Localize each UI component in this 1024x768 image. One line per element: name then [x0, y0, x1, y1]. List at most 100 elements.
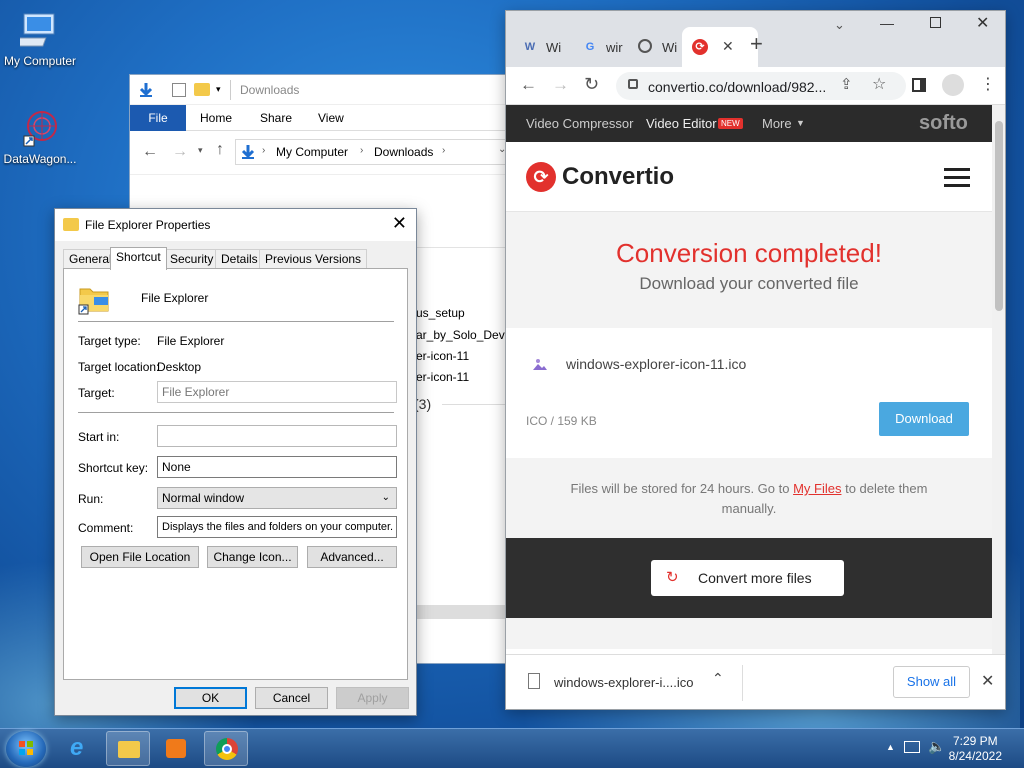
convertio-logo-icon[interactable]: ⟳	[526, 162, 556, 192]
softo-logo[interactable]: softo	[919, 112, 968, 135]
run-select-value: Normal window	[162, 491, 245, 505]
ribbon-tab-home[interactable]: Home	[188, 105, 244, 131]
start-in-field[interactable]	[157, 425, 397, 447]
taskbar-media-player[interactable]	[154, 731, 198, 766]
maximize-icon[interactable]	[930, 17, 941, 28]
brand-bar: ⟳ Convertio	[506, 142, 992, 212]
desktop-icon-my-computer[interactable]: My Computer	[0, 10, 80, 68]
target-location-label: Target location:	[78, 360, 160, 374]
profile-avatar[interactable]	[942, 74, 964, 96]
taskbar-internet-explorer[interactable]: e	[58, 731, 102, 766]
convert-more-button[interactable]: ↻ Convert more files	[651, 560, 844, 596]
share-icon[interactable]: ⇪	[840, 75, 853, 93]
storage-info-prefix: Files will be stored for 24 hours. Go to	[570, 481, 794, 496]
forward-arrow-icon[interactable]: →	[552, 75, 569, 95]
address-bar[interactable]: convertio.co/download/982...	[616, 72, 906, 100]
tab-details[interactable]: Details	[215, 249, 264, 269]
ribbon-tab-view[interactable]: View	[306, 105, 356, 131]
recent-dropdown-icon[interactable]: ▾	[198, 145, 203, 156]
system-tray: ▲ 🔈 7:29 PM 8/24/2022	[864, 729, 1024, 768]
shortcut-key-field[interactable]: None	[157, 456, 397, 478]
taskbar-chrome[interactable]	[204, 731, 248, 766]
globe-favicon-icon	[638, 39, 652, 53]
change-icon-button[interactable]: Change Icon...	[207, 546, 298, 568]
browser-tab-active[interactable]: ⟳ ✕	[682, 27, 758, 67]
show-hidden-icons-icon[interactable]: ▲	[886, 742, 895, 752]
horizontal-scrollbar[interactable]	[416, 605, 512, 619]
browser-tab-title: Wi	[662, 40, 678, 55]
properties-dialog: File Explorer Properties ✕ General Short…	[54, 208, 417, 716]
quick-access-down-arrow-icon[interactable]	[138, 82, 154, 101]
nav-video-compressor[interactable]: Video Compressor	[526, 116, 633, 131]
browser-tab[interactable]: Wi	[628, 27, 688, 67]
quick-access-dropdown-icon[interactable]: ▾	[216, 84, 221, 95]
tab-security[interactable]: Security	[164, 249, 220, 269]
start-button[interactable]	[6, 731, 46, 767]
list-item[interactable]: er-icon-11	[416, 349, 469, 363]
breadcrumb-my-computer[interactable]: My Computer	[276, 145, 348, 159]
browser-tab[interactable]: W Wi	[512, 27, 572, 67]
more-dropdown-icon: ▼	[796, 118, 805, 128]
volume-icon[interactable]: 🔈	[928, 738, 945, 755]
back-arrow-icon[interactable]: ←	[142, 143, 158, 161]
show-all-button[interactable]: Show all	[893, 666, 970, 698]
run-select[interactable]: Normal window ⌄	[157, 487, 397, 509]
list-item[interactable]: us_setup	[416, 306, 465, 320]
tab-search-icon[interactable]: ⌄	[834, 17, 845, 33]
taskbar-file-explorer[interactable]	[106, 731, 150, 766]
properties-title: File Explorer Properties	[85, 218, 211, 232]
advanced-button[interactable]: Advanced...	[307, 546, 397, 568]
ribbon-tab-file[interactable]: File	[130, 105, 186, 131]
reload-icon[interactable]: ↻	[584, 74, 599, 95]
target-field[interactable]: File Explorer	[157, 381, 397, 403]
download-item-name[interactable]: windows-explorer-i....ico	[554, 675, 693, 690]
comment-field[interactable]: Displays the files and folders on your c…	[157, 516, 397, 538]
apply-button[interactable]: Apply	[336, 687, 409, 709]
breadcrumb-downloads[interactable]: Downloads	[374, 145, 433, 159]
internet-explorer-icon: e	[70, 734, 84, 761]
desktop-icon-datawagon[interactable]: DataWagon...	[0, 108, 80, 166]
clock[interactable]: 7:29 PM 8/24/2022	[949, 734, 1002, 764]
tab-shortcut[interactable]: Shortcut	[110, 247, 167, 270]
clock-time: 7:29 PM	[952, 734, 998, 748]
list-item[interactable]: ar_by_Solo_Dev	[416, 328, 505, 342]
bookmark-star-icon[interactable]: ☆	[872, 74, 886, 94]
chevron-up-icon[interactable]: ⌃	[712, 670, 724, 687]
download-button[interactable]: Download	[879, 402, 969, 436]
properties-titlebar: File Explorer Properties ✕	[55, 209, 416, 241]
menu-kebab-icon[interactable]: ⋮	[980, 74, 996, 94]
my-files-link[interactable]: My Files	[793, 481, 841, 496]
minimize-icon[interactable]: —	[880, 15, 894, 31]
close-shelf-icon[interactable]: ✕	[981, 671, 994, 691]
nav-more[interactable]: More	[762, 116, 792, 131]
side-panel-icon[interactable]	[912, 78, 926, 92]
properties-check-icon[interactable]	[172, 83, 186, 97]
address-bar[interactable]: › My Computer › Downloads › ⌄	[235, 139, 513, 165]
ribbon-tab-share[interactable]: Share	[248, 105, 304, 131]
nav-video-editor[interactable]: Video Editor	[646, 116, 717, 131]
convertio-logo-text[interactable]: Convertio	[562, 163, 674, 191]
breadcrumb-chevron-icon: ›	[360, 145, 364, 156]
list-item[interactable]: er-icon-11	[416, 370, 469, 384]
page-scrollbar[interactable]	[992, 105, 1005, 663]
open-file-location-button[interactable]: Open File Location	[81, 546, 199, 568]
new-tab-plus-icon[interactable]: +	[750, 31, 763, 57]
tab-previous-versions[interactable]: Previous Versions	[259, 249, 368, 269]
up-arrow-icon[interactable]: ↑	[216, 141, 224, 159]
hamburger-menu-icon[interactable]	[944, 168, 970, 171]
cancel-button[interactable]: Cancel	[255, 687, 328, 709]
back-arrow-icon[interactable]: ←	[520, 75, 537, 95]
network-icon[interactable]	[904, 741, 920, 753]
window-close-icon[interactable]: ✕	[976, 13, 989, 33]
run-label: Run:	[78, 492, 104, 506]
file-explorer-large-icon	[78, 283, 110, 318]
wix-favicon-icon: W	[524, 41, 536, 53]
forward-arrow-icon[interactable]: →	[172, 143, 188, 161]
close-tab-icon[interactable]: ✕	[722, 38, 734, 55]
folder-icon[interactable]	[194, 83, 210, 96]
download-shelf: windows-explorer-i....ico ⌃ Show all ✕	[506, 654, 1005, 709]
ok-button[interactable]: OK	[174, 687, 247, 709]
browser-tab[interactable]: G wir	[572, 27, 632, 67]
close-icon[interactable]: ✕	[392, 213, 407, 234]
scrollbar-thumb[interactable]	[995, 121, 1003, 311]
